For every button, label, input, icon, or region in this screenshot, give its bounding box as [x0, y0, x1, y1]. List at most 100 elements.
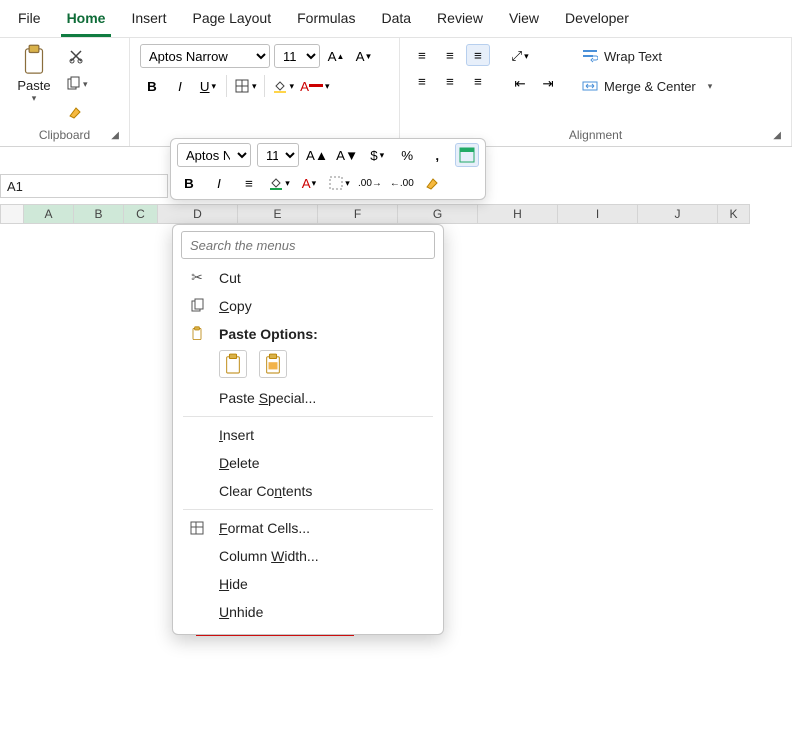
- align-top-button[interactable]: ≡: [410, 44, 434, 66]
- mini-accounting-format[interactable]: $▾: [365, 143, 389, 167]
- column-header-I[interactable]: I: [558, 204, 638, 224]
- column-header-J[interactable]: J: [638, 204, 718, 224]
- clipboard-icon: [187, 326, 207, 342]
- ctx-column-width[interactable]: Column Width...: [173, 542, 443, 570]
- orientation-button[interactable]: ⤢▾: [508, 44, 532, 68]
- fill-color-button[interactable]: ▾: [271, 74, 296, 98]
- paste-label: Paste: [17, 78, 50, 93]
- format-painter-button[interactable]: [64, 100, 88, 124]
- ctx-paste-options-label: Paste Options:: [219, 326, 318, 342]
- ctx-paste-options-header: Paste Options:: [173, 320, 443, 348]
- ctx-cut[interactable]: ✂ Cut: [173, 263, 443, 292]
- cut-button[interactable]: [64, 44, 88, 68]
- column-header-A[interactable]: A: [24, 204, 74, 224]
- merge-center-button[interactable]: Merge & Center ▾: [578, 74, 716, 98]
- mini-toolbar: Aptos Na 11 A▲ A▼ $▾ % , B I ≡ ▾ A▾ ▾ .0…: [170, 138, 486, 200]
- mini-table-format[interactable]: [455, 143, 479, 167]
- ctx-hide[interactable]: Hide: [173, 570, 443, 598]
- ctx-search-input[interactable]: [181, 231, 435, 259]
- align-left-button[interactable]: ≡: [410, 70, 434, 92]
- align-right-button[interactable]: ≡: [466, 70, 490, 92]
- tab-data[interactable]: Data: [375, 6, 417, 37]
- column-header-D[interactable]: D: [158, 204, 238, 224]
- align-middle-button[interactable]: ≡: [438, 44, 462, 66]
- spreadsheet-grid[interactable]: ABCDEFGHIJK: [0, 204, 750, 224]
- font-name-select[interactable]: Aptos Narrow: [140, 44, 270, 68]
- column-header-F[interactable]: F: [318, 204, 398, 224]
- column-header-H[interactable]: H: [478, 204, 558, 224]
- tab-review[interactable]: Review: [431, 6, 489, 37]
- wrap-text-label: Wrap Text: [604, 49, 662, 64]
- ctx-clear-contents[interactable]: Clear Contents: [173, 477, 443, 505]
- copy-button[interactable]: ▾: [64, 72, 89, 96]
- chevron-down-icon: ▾: [32, 93, 37, 104]
- font-color-button[interactable]: A▾: [299, 74, 330, 98]
- tab-view[interactable]: View: [503, 6, 545, 37]
- increase-indent-button[interactable]: ⇥: [536, 72, 560, 96]
- mini-decrease-font[interactable]: A▼: [335, 143, 359, 167]
- mini-size-select[interactable]: 11: [257, 143, 299, 167]
- italic-button[interactable]: I: [168, 74, 192, 98]
- mini-increase-font[interactable]: A▲: [305, 143, 329, 167]
- align-bottom-button[interactable]: ≡: [466, 44, 490, 66]
- mini-fill-color[interactable]: ▾: [267, 171, 291, 195]
- column-header-G[interactable]: G: [398, 204, 478, 224]
- context-menu: ✂ Cut Copy Paste Options: Paste Special.…: [172, 224, 444, 635]
- mini-font-select[interactable]: Aptos Na: [177, 143, 251, 167]
- group-font: Aptos Narrow 11 A▲ A▼ B I U▾ ▾ ▾ A▾: [130, 38, 400, 146]
- bold-button[interactable]: B: [140, 74, 164, 98]
- increase-font-button[interactable]: A▲: [324, 44, 348, 68]
- paste-option-default[interactable]: [219, 350, 247, 378]
- merge-icon: [582, 78, 598, 94]
- ctx-copy[interactable]: Copy: [173, 292, 443, 320]
- column-header-B[interactable]: B: [74, 204, 124, 224]
- tab-formulas[interactable]: Formulas: [291, 6, 361, 37]
- borders-button[interactable]: ▾: [233, 74, 258, 98]
- ctx-format-cells[interactable]: Format Cells...: [173, 514, 443, 542]
- copy-icon: [187, 298, 207, 314]
- underline-button[interactable]: U▾: [196, 74, 220, 98]
- mini-comma-format[interactable]: ,: [425, 143, 449, 167]
- column-header-K[interactable]: K: [718, 204, 750, 224]
- column-header-C[interactable]: C: [124, 204, 158, 224]
- font-size-select[interactable]: 11: [274, 44, 320, 68]
- tab-insert[interactable]: Insert: [125, 6, 172, 37]
- mini-font-color[interactable]: A▾: [297, 171, 321, 195]
- paste-button[interactable]: Paste ▾: [10, 44, 58, 104]
- ctx-search[interactable]: [181, 231, 435, 259]
- ctx-insert[interactable]: Insert: [173, 421, 443, 449]
- alignment-launcher-icon[interactable]: ◢: [773, 130, 781, 141]
- column-header-E[interactable]: E: [238, 204, 318, 224]
- mini-bold[interactable]: B: [177, 171, 201, 195]
- mini-percent-format[interactable]: %: [395, 143, 419, 167]
- ribbon-tabs: File Home Insert Page Layout Formulas Da…: [0, 0, 792, 38]
- tab-developer[interactable]: Developer: [559, 6, 635, 37]
- ribbon: Paste ▾ ▾ Clipboard ◢ Aptos Narrow 11 A▲ …: [0, 38, 792, 147]
- decrease-indent-button[interactable]: ⇤: [508, 72, 532, 96]
- align-center-button[interactable]: ≡: [438, 70, 462, 92]
- scissors-icon: ✂: [187, 269, 207, 286]
- ctx-delete[interactable]: Delete: [173, 449, 443, 477]
- chevron-down-icon: ▾: [708, 81, 713, 92]
- tab-page-layout[interactable]: Page Layout: [186, 6, 277, 37]
- decrease-font-button[interactable]: A▼: [352, 44, 376, 68]
- group-alignment: ≡ ≡ ≡ ≡ ≡ ≡ ⤢▾ ⇤ ⇥: [400, 38, 792, 146]
- mini-increase-decimal[interactable]: .00→: [357, 171, 383, 195]
- ctx-unhide[interactable]: Unhide: [173, 598, 443, 626]
- tab-file[interactable]: File: [12, 6, 47, 37]
- wrap-text-button[interactable]: Wrap Text: [578, 44, 716, 68]
- group-clipboard: Paste ▾ ▾ Clipboard ◢: [0, 38, 130, 146]
- ctx-paste-special[interactable]: Paste Special...: [173, 384, 443, 412]
- mini-format-painter[interactable]: [421, 171, 445, 195]
- tab-home[interactable]: Home: [61, 6, 112, 37]
- group-label-alignment: Alignment: [569, 128, 622, 142]
- mini-borders[interactable]: ▾: [327, 171, 351, 195]
- mini-align-center[interactable]: ≡: [237, 171, 261, 195]
- paste-option-picture[interactable]: [259, 350, 287, 378]
- mini-decrease-decimal[interactable]: ←.00: [389, 171, 415, 195]
- name-box[interactable]: A1: [0, 174, 168, 198]
- clipboard-launcher-icon[interactable]: ◢: [111, 130, 119, 141]
- mini-italic[interactable]: I: [207, 171, 231, 195]
- format-cells-icon: [187, 520, 207, 536]
- group-label-clipboard: Clipboard: [39, 128, 90, 142]
